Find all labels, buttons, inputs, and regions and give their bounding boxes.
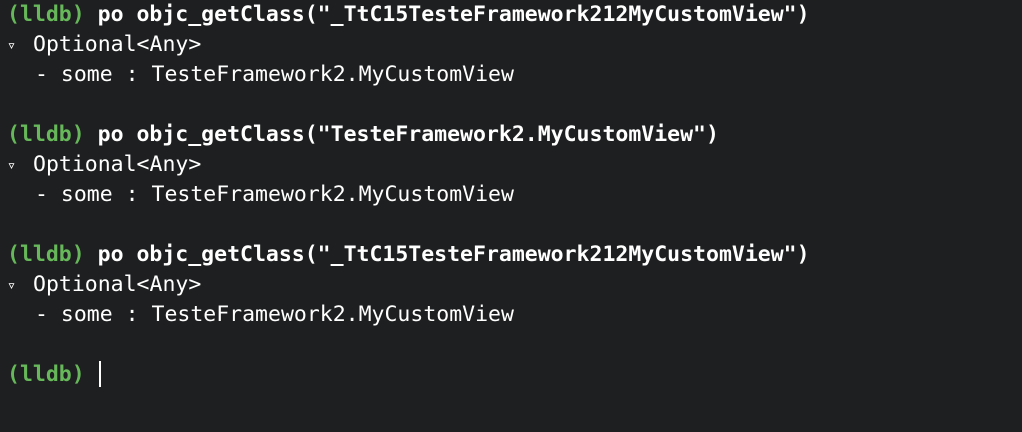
lldb-prompt: (lldb) [7, 122, 85, 147]
result-line: ▿ Optional<Any> [7, 150, 1022, 180]
result-child-line: - some : TesteFramework2.MyCustomView [7, 180, 1022, 210]
command-line: (lldb) po objc_getClass("_TtC15TesteFram… [7, 240, 1022, 270]
lldb-console[interactable]: (lldb) po objc_getClass("_TtC15TesteFram… [0, 0, 1022, 432]
result-type: Optional<Any> [33, 272, 202, 297]
command-text: po objc_getClass("_TtC15TesteFramework21… [97, 242, 810, 267]
command-text: po objc_getClass("_TtC15TesteFramework21… [97, 2, 810, 27]
command-line: (lldb) po objc_getClass("TesteFramework2… [7, 120, 1022, 150]
result-type: Optional<Any> [33, 152, 202, 177]
result-child-text: - some : TesteFramework2.MyCustomView [35, 302, 514, 327]
lldb-prompt: (lldb) [7, 362, 85, 387]
text-cursor [98, 360, 101, 387]
result-line: ▿ Optional<Any> [7, 30, 1022, 60]
result-child-text: - some : TesteFramework2.MyCustomView [35, 62, 514, 87]
result-child-line: - some : TesteFramework2.MyCustomView [7, 300, 1022, 330]
lldb-prompt: (lldb) [7, 242, 85, 267]
disclosure-triangle-icon[interactable]: ▿ [7, 150, 33, 180]
result-child-line: - some : TesteFramework2.MyCustomView [7, 60, 1022, 90]
command-line: (lldb) po objc_getClass("_TtC15TesteFram… [7, 0, 1022, 30]
disclosure-triangle-icon[interactable]: ▿ [7, 30, 33, 60]
lldb-prompt: (lldb) [7, 2, 85, 27]
result-type: Optional<Any> [33, 32, 202, 57]
active-input-line[interactable]: (lldb) [7, 360, 1022, 390]
command-text: po objc_getClass("TesteFramework2.MyCust… [97, 122, 719, 147]
result-child-text: - some : TesteFramework2.MyCustomView [35, 182, 514, 207]
result-line: ▿ Optional<Any> [7, 270, 1022, 300]
disclosure-triangle-icon[interactable]: ▿ [7, 270, 33, 300]
